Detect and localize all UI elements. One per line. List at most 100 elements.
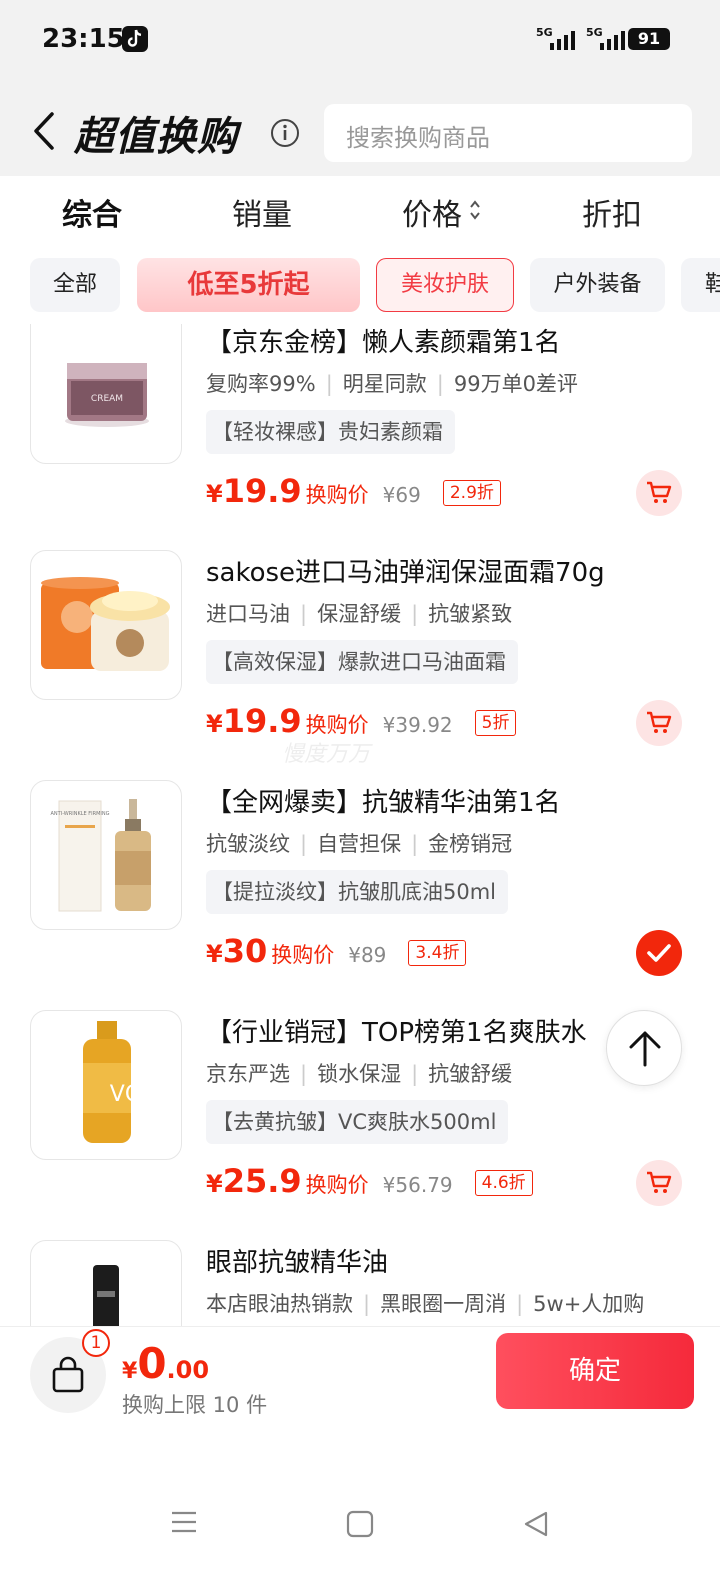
tag-divider: | bbox=[411, 1062, 419, 1086]
search-input[interactable]: 搜索换购商品 bbox=[324, 104, 692, 162]
price-row: ¥19.9 换购价 ¥69 2.9折 bbox=[206, 472, 501, 512]
original-price: ¥39.92 bbox=[382, 713, 453, 737]
sort-discount[interactable]: 折扣 bbox=[582, 190, 642, 234]
shopping-bag-icon bbox=[52, 1356, 84, 1393]
product-tag: 保湿舒缓 bbox=[317, 602, 402, 626]
product-title: 【京东金榜】懒人素颜霜第1名 bbox=[206, 328, 561, 358]
original-price: ¥89 bbox=[348, 943, 387, 967]
currency-symbol: ¥ bbox=[206, 480, 223, 508]
chip-beauty-skincare[interactable]: 美妆护肤 bbox=[376, 258, 514, 312]
total-price: ¥0.00 bbox=[122, 1339, 209, 1388]
page-title: 超值换购 bbox=[74, 114, 238, 160]
product-tag: 5w+人加购 bbox=[533, 1292, 645, 1316]
product-image: CREAM bbox=[30, 324, 182, 464]
product-item[interactable]: ANTI-WRINKLE FIRMING 【全网爆卖】抗皱精华油第1名 抗皱淡纹… bbox=[0, 780, 720, 1010]
tag-divider: | bbox=[516, 1292, 524, 1316]
category-chips: 全部 低至5折起 美妆护肤 户外装备 鞋 bbox=[0, 246, 720, 324]
product-tags: 进口马油 | 保湿舒缓 | 抗皱紧致 bbox=[206, 598, 512, 628]
back-nav-icon[interactable] bbox=[522, 1510, 550, 1542]
original-price: ¥56.79 bbox=[382, 1173, 453, 1197]
product-tag: 99万单0差评 bbox=[453, 372, 578, 396]
product-tag: 锁水保湿 bbox=[317, 1062, 402, 1086]
tag-divider: | bbox=[411, 832, 419, 856]
add-to-cart-button[interactable] bbox=[636, 700, 682, 746]
price-row: ¥30 换购价 ¥89 3.4折 bbox=[206, 932, 467, 972]
product-title: 眼部抗皱精华油 bbox=[206, 1248, 389, 1278]
product-tags: 本店眼油热销款 | 黑眼圈一周消 | 5w+人加购 bbox=[206, 1288, 644, 1318]
product-item[interactable]: 眼部抗皱精华油 本店眼油热销款 | 黑眼圈一周消 | 5w+人加购 bbox=[0, 1240, 720, 1326]
product-image: VC bbox=[30, 1010, 182, 1160]
product-tag: 京东严选 bbox=[206, 1062, 290, 1086]
price-label: 换购价 bbox=[271, 943, 335, 967]
product-tags: 复购率99% | 明星同款 | 99万单0差评 bbox=[206, 368, 578, 398]
product-promo: 【高效保湿】爆款进口马油面霜 bbox=[206, 640, 518, 684]
discount-badge: 5折 bbox=[474, 710, 517, 736]
selected-check-button[interactable] bbox=[636, 930, 682, 976]
exchange-price: 19.9 bbox=[222, 702, 302, 740]
total-decimal: .00 bbox=[166, 1356, 210, 1384]
cart-icon bbox=[647, 481, 672, 503]
total-integer: 0 bbox=[137, 1339, 167, 1388]
product-tag: 抗皱紧致 bbox=[428, 602, 513, 626]
thumb-label: CREAM bbox=[91, 394, 123, 404]
signal-icon-1: 5G bbox=[536, 26, 576, 52]
discount-badge: 4.6折 bbox=[474, 1170, 533, 1196]
product-title: 【行业销冠】TOP榜第1名爽肤水 bbox=[206, 1018, 587, 1048]
tag-divider: | bbox=[300, 602, 308, 626]
discount-badge: 3.4折 bbox=[408, 940, 467, 966]
scroll-to-top-button[interactable] bbox=[606, 1010, 682, 1086]
home-icon[interactable] bbox=[346, 1510, 374, 1542]
price-row: ¥25.9 换购价 ¥56.79 4.6折 bbox=[206, 1162, 533, 1202]
tag-divider: | bbox=[411, 602, 419, 626]
thumb-label: VC bbox=[110, 1082, 140, 1107]
product-list: CREAM 【京东金榜】懒人素颜霜第1名 复购率99% | 明星同款 | 99万单0差评… bbox=[0, 324, 720, 1326]
sort-sales[interactable]: 销量 bbox=[232, 190, 292, 234]
product-promo: 【去黄抗皱】VC爽肤水500ml bbox=[206, 1100, 509, 1144]
chip-shoes[interactable]: 鞋 bbox=[681, 258, 720, 312]
tag-divider: | bbox=[436, 372, 444, 396]
currency-symbol: ¥ bbox=[206, 1170, 223, 1198]
chip-promo[interactable]: 低至5折起 bbox=[137, 258, 360, 312]
sort-comprehensive[interactable]: 综合 bbox=[62, 190, 122, 234]
tag-divider: | bbox=[325, 372, 333, 396]
product-title: 【全网爆卖】抗皱精华油第1名 bbox=[206, 788, 561, 818]
add-to-cart-button[interactable] bbox=[636, 470, 682, 516]
back-icon[interactable] bbox=[30, 110, 60, 156]
product-tag: 复购率99% bbox=[206, 372, 316, 396]
info-icon[interactable] bbox=[270, 118, 300, 152]
product-tag: 金榜销冠 bbox=[428, 832, 513, 856]
product-tag: 进口马油 bbox=[206, 602, 290, 626]
cart-icon bbox=[647, 1171, 672, 1193]
sort-bar: 综合 销量 价格 折扣 bbox=[0, 176, 720, 246]
product-tag: 本店眼油热销款 bbox=[206, 1292, 353, 1316]
product-tags: 京东严选 | 锁水保湿 | 抗皱舒缓 bbox=[206, 1058, 512, 1088]
thumb-label: ANTI-WRINKLE FIRMING bbox=[51, 811, 110, 817]
check-icon bbox=[647, 944, 671, 962]
arrow-up-icon bbox=[629, 1031, 661, 1067]
sort-price[interactable]: 价格 bbox=[402, 190, 462, 234]
cart-count-badge: 1 bbox=[82, 1329, 110, 1357]
price-label: 换购价 bbox=[305, 1173, 369, 1197]
sort-arrows-icon[interactable] bbox=[468, 198, 482, 226]
product-image bbox=[30, 550, 182, 700]
chip-outdoor[interactable]: 户外装备 bbox=[530, 258, 665, 312]
chip-all[interactable]: 全部 bbox=[30, 258, 120, 312]
signal-icon-2: 5G bbox=[586, 26, 626, 52]
product-promo: 【提拉淡纹】抗皱肌底油50ml bbox=[206, 870, 509, 914]
product-tag: 自营担保 bbox=[317, 832, 402, 856]
product-tag: 抗皱舒缓 bbox=[428, 1062, 513, 1086]
exchange-price: 30 bbox=[222, 932, 268, 970]
total-currency: ¥ bbox=[122, 1359, 138, 1384]
product-image: ANTI-WRINKLE FIRMING bbox=[30, 780, 182, 930]
cart-icon bbox=[647, 711, 672, 733]
product-item[interactable]: CREAM 【京东金榜】懒人素颜霜第1名 复购率99% | 明星同款 | 99万单0差评… bbox=[0, 324, 720, 550]
search-placeholder: 搜索换购商品 bbox=[346, 124, 490, 152]
product-tag: 黑眼圈一周消 bbox=[380, 1292, 507, 1316]
status-bar: 23:15 5G 5G 91 bbox=[0, 0, 720, 80]
product-image bbox=[30, 1240, 182, 1326]
add-to-cart-button[interactable] bbox=[636, 1160, 682, 1206]
price-label: 换购价 bbox=[305, 483, 369, 507]
confirm-button[interactable]: 确定 bbox=[496, 1333, 694, 1409]
price-label: 换购价 bbox=[305, 713, 369, 737]
menu-icon[interactable] bbox=[170, 1510, 198, 1538]
